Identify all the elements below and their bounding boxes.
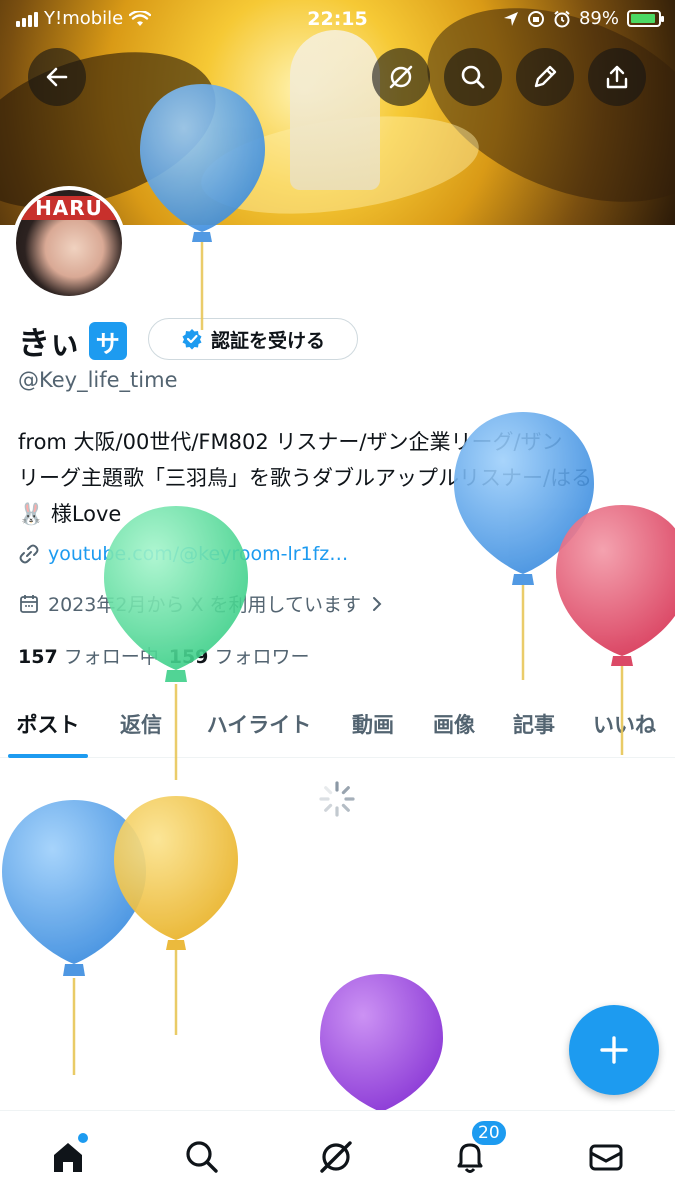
alarm-icon <box>554 10 570 27</box>
profile-tabs: ポスト 返信 ハイライト 動画 画像 記事 いいね <box>0 690 675 758</box>
balloon <box>320 974 443 1112</box>
search-icon <box>461 65 485 89</box>
tab-label: いいね <box>593 713 656 737</box>
grok-button[interactable] <box>372 48 430 106</box>
tab-replies[interactable]: 返信 <box>96 690 186 758</box>
tab-highlights[interactable]: ハイライト <box>186 690 332 758</box>
profile-name-row: きぃ サ <box>18 318 127 364</box>
bio-line: from 大阪/00世代/FM802 リスナー/ザン企業リーグ/ザン <box>18 430 563 454</box>
back-button[interactable] <box>28 48 86 106</box>
balloon <box>2 800 146 1075</box>
avatar-text: HARU <box>16 196 122 220</box>
joined-text: 2023年2月から X を利用しています <box>48 594 361 616</box>
follow-stats: 157 フォロー中 159 フォロワー <box>18 642 309 669</box>
mail-icon <box>589 1144 623 1171</box>
avatar[interactable]: HARU <box>12 186 126 300</box>
tab-label: 画像 <box>433 713 475 737</box>
balloon <box>114 796 238 1035</box>
joined-date: 2023年2月から X を利用しています <box>18 590 385 617</box>
tab-videos[interactable]: 動画 <box>332 690 414 758</box>
tab-articles[interactable]: 記事 <box>494 690 574 758</box>
profile-name: きぃ <box>18 324 81 362</box>
battery-icon <box>627 10 664 27</box>
bio-line: リーグ主題歌「三羽烏」を歌うダブルアップルリスナー/はる <box>18 466 593 490</box>
share-icon <box>606 65 628 89</box>
nav-messages[interactable] <box>578 1129 634 1185</box>
following-count: 157 <box>18 646 58 668</box>
location-icon <box>503 11 518 26</box>
grok-icon <box>389 65 413 89</box>
followers-stat[interactable]: 159 フォロワー <box>169 642 310 669</box>
search-icon <box>186 1141 218 1173</box>
tab-label: ハイライト <box>206 713 312 737</box>
profile-link[interactable]: youtube.com/@keyroom-lr1fz… <box>18 543 348 565</box>
nav-grok[interactable] <box>308 1129 364 1185</box>
back-arrow-icon <box>46 67 68 87</box>
followers-label: フォロワー <box>214 646 310 668</box>
notifications-count-badge: 20 <box>470 1119 508 1147</box>
nav-explore[interactable] <box>174 1129 230 1185</box>
status-bar: Y!mobile 22:15 89% <box>0 0 675 38</box>
tab-label: 返信 <box>120 713 162 737</box>
compose-button[interactable] <box>569 1005 659 1095</box>
plus-icon <box>600 1036 628 1064</box>
tab-label: 動画 <box>352 713 394 737</box>
tab-label: 記事 <box>513 713 555 737</box>
link-icon <box>19 544 39 564</box>
tab-posts[interactable]: ポスト <box>0 690 96 758</box>
tab-images[interactable]: 画像 <box>414 690 494 758</box>
edit-button[interactable] <box>516 48 574 106</box>
share-button[interactable] <box>588 48 646 106</box>
calendar-icon <box>20 594 38 613</box>
nav-home[interactable] <box>40 1129 96 1185</box>
profile-link-text[interactable]: youtube.com/@keyroom-lr1fz… <box>48 543 348 565</box>
tab-label: ポスト <box>16 713 80 737</box>
following-label: フォロー中 <box>63 646 159 668</box>
orientation-lock-icon <box>527 10 544 27</box>
following-stat[interactable]: 157 フォロー中 <box>18 642 159 669</box>
profile-handle: @Key_life_time <box>18 368 178 392</box>
nav-notifications[interactable]: 20 <box>442 1119 508 1185</box>
loading-spinner-icon <box>319 781 355 817</box>
profile-bio: from 大阪/00世代/FM802 リスナー/ザン企業リーグ/ザン リーグ主題… <box>18 424 658 532</box>
pencil-icon <box>534 65 557 88</box>
tab-likes[interactable]: いいね <box>574 690 675 758</box>
followers-count: 159 <box>168 646 209 668</box>
home-icon <box>54 1143 82 1172</box>
unread-dot <box>78 1133 88 1143</box>
subscription-badge: サ <box>88 322 127 360</box>
chevron-right-icon[interactable] <box>369 594 385 614</box>
search-button[interactable] <box>444 48 502 106</box>
grok-icon <box>320 1141 352 1173</box>
bottom-navigation: 20 <box>0 1110 675 1200</box>
get-verified-label: 認証を受ける <box>210 329 325 352</box>
battery-percent: 89% <box>578 8 619 29</box>
verified-badge-icon <box>182 329 202 350</box>
bio-line: 🐰 様Love <box>18 502 122 526</box>
get-verified-button[interactable]: 認証を受ける <box>148 318 358 360</box>
